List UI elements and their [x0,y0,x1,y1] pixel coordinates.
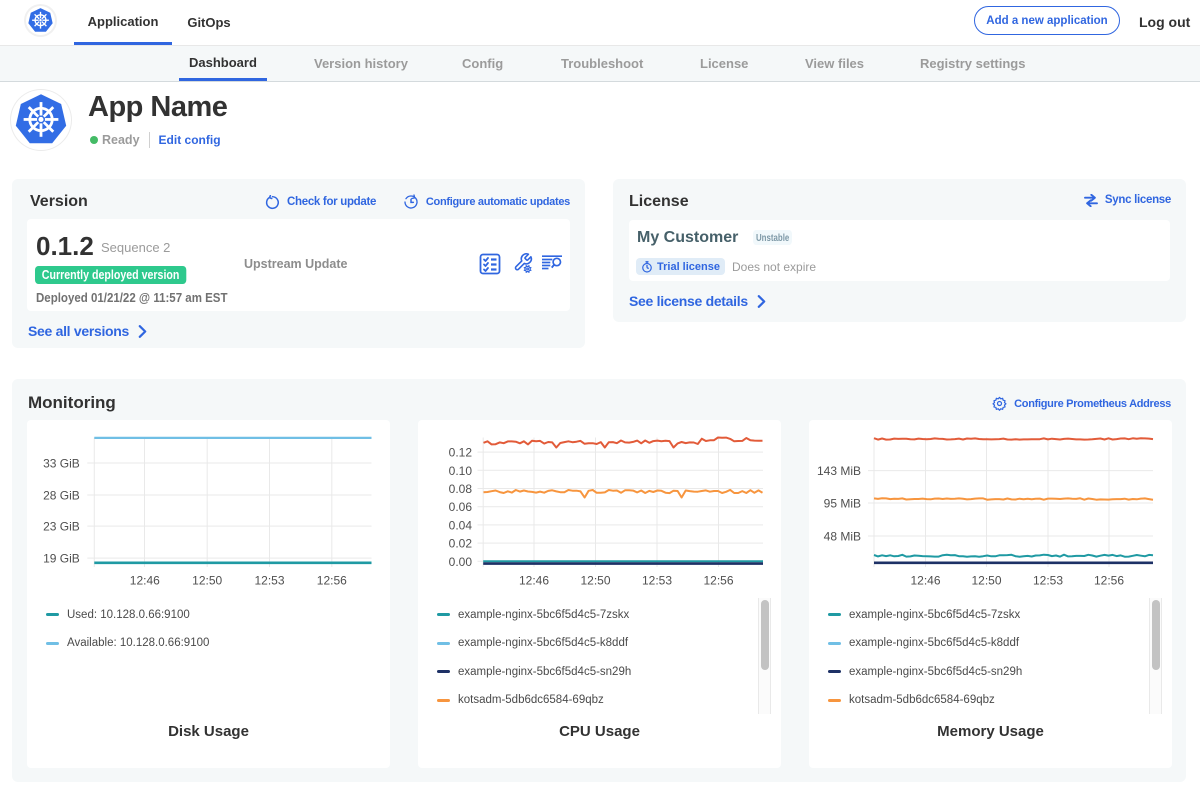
svg-text:0.02: 0.02 [449,537,473,551]
svg-text:12:50: 12:50 [971,574,1001,588]
svg-text:0.10: 0.10 [449,464,473,478]
svg-text:0.12: 0.12 [449,446,473,460]
svg-text:19 GiB: 19 GiB [43,552,80,566]
svg-text:48 MiB: 48 MiB [824,530,861,544]
svg-text:28 GiB: 28 GiB [43,489,80,503]
svg-text:23 GiB: 23 GiB [43,520,80,534]
svg-text:12:46: 12:46 [130,574,160,588]
svg-text:95 MiB: 95 MiB [824,497,861,511]
svg-text:0.00: 0.00 [449,555,473,569]
svg-text:143 MiB: 143 MiB [817,464,861,478]
svg-text:12:50: 12:50 [580,574,610,588]
svg-text:12:56: 12:56 [703,574,733,588]
svg-text:12:56: 12:56 [1094,574,1124,588]
svg-text:0.04: 0.04 [449,518,473,532]
svg-text:12:53: 12:53 [642,574,672,588]
svg-text:12:50: 12:50 [192,574,222,588]
svg-text:33 GiB: 33 GiB [43,457,80,471]
svg-text:12:53: 12:53 [1033,574,1063,588]
svg-text:12:46: 12:46 [910,574,940,588]
svg-text:0.06: 0.06 [449,500,473,514]
svg-text:12:46: 12:46 [519,574,549,588]
svg-text:12:53: 12:53 [254,574,284,588]
svg-text:12:56: 12:56 [317,574,347,588]
svg-text:0.08: 0.08 [449,482,473,496]
